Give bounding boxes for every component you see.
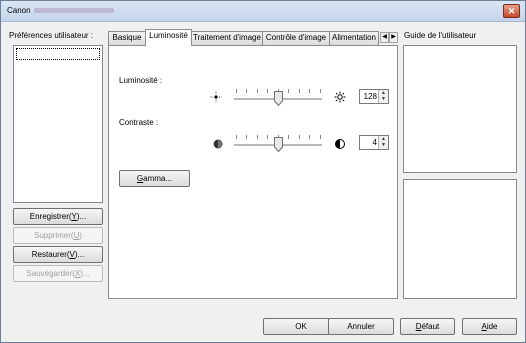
scanner-settings-window: Canon ✕ Préférences utilisateur : Enregi… — [0, 0, 526, 343]
tab-basique[interactable]: Basique — [108, 31, 146, 45]
contrast-value: 4 — [372, 138, 377, 147]
help-button[interactable]: Aide — [462, 318, 517, 335]
high-contrast-icon — [335, 139, 345, 149]
contrast-spinbox[interactable]: 4 ▲ ▼ — [359, 135, 389, 150]
window-title: Canon — [7, 6, 114, 15]
contrast-slider[interactable] — [234, 135, 324, 155]
tab-scroll-right-icon[interactable]: ▶ — [389, 32, 398, 43]
list-item[interactable] — [16, 48, 100, 60]
bright-sun-icon — [334, 91, 346, 103]
restore-button[interactable]: Restaurer(V)... — [13, 246, 103, 263]
spin-down-icon[interactable]: ▼ — [379, 142, 388, 148]
tab-luminosite[interactable]: Luminosité — [145, 29, 192, 46]
tab-alimentation[interactable]: Alimentation — [329, 31, 379, 45]
user-preferences-label: Préférences utilisateur : — [9, 31, 94, 40]
contrast-slider-thumb[interactable] — [274, 137, 283, 152]
brightness-slider-thumb[interactable] — [274, 91, 283, 106]
backup-button: Sauvegarder(X)... — [13, 265, 103, 282]
gamma-button[interactable]: Gamma... — [119, 170, 190, 187]
preview-pane — [403, 179, 517, 299]
contrast-label: Contraste : — [119, 118, 159, 127]
default-button[interactable]: Défaut — [400, 318, 455, 335]
user-preferences-list[interactable] — [13, 45, 103, 203]
user-guide-pane — [403, 45, 517, 173]
spin-down-icon[interactable]: ▼ — [379, 96, 388, 102]
dim-sun-icon — [210, 91, 222, 103]
brightness-value: 128 — [363, 92, 377, 101]
title-bar[interactable]: Canon ✕ — [1, 1, 525, 22]
low-contrast-icon — [213, 139, 223, 149]
user-guide-label: Guide de l'utilisateur — [404, 31, 477, 40]
brightness-spinbox[interactable]: 128 ▲ ▼ — [359, 89, 389, 104]
brightness-slider[interactable] — [234, 89, 324, 109]
tab-traitement-image[interactable]: Traitement d'image — [191, 31, 263, 45]
save-button[interactable]: Enregistrer(Y)... — [13, 208, 103, 225]
tab-scroll-left-icon[interactable]: ◀ — [380, 32, 389, 43]
tab-controle-image[interactable]: Contrôle d'image — [262, 31, 330, 45]
brightness-panel: Luminosité : 128 ▲ ▼ Contraste: 4 ▲ ▼ G… — [108, 45, 398, 299]
close-icon[interactable]: ✕ — [503, 4, 520, 18]
brightness-label: Luminosité : — [119, 76, 163, 85]
cancel-button[interactable]: Annuler — [328, 318, 394, 335]
delete-button: Supprimer(U) — [13, 227, 103, 244]
